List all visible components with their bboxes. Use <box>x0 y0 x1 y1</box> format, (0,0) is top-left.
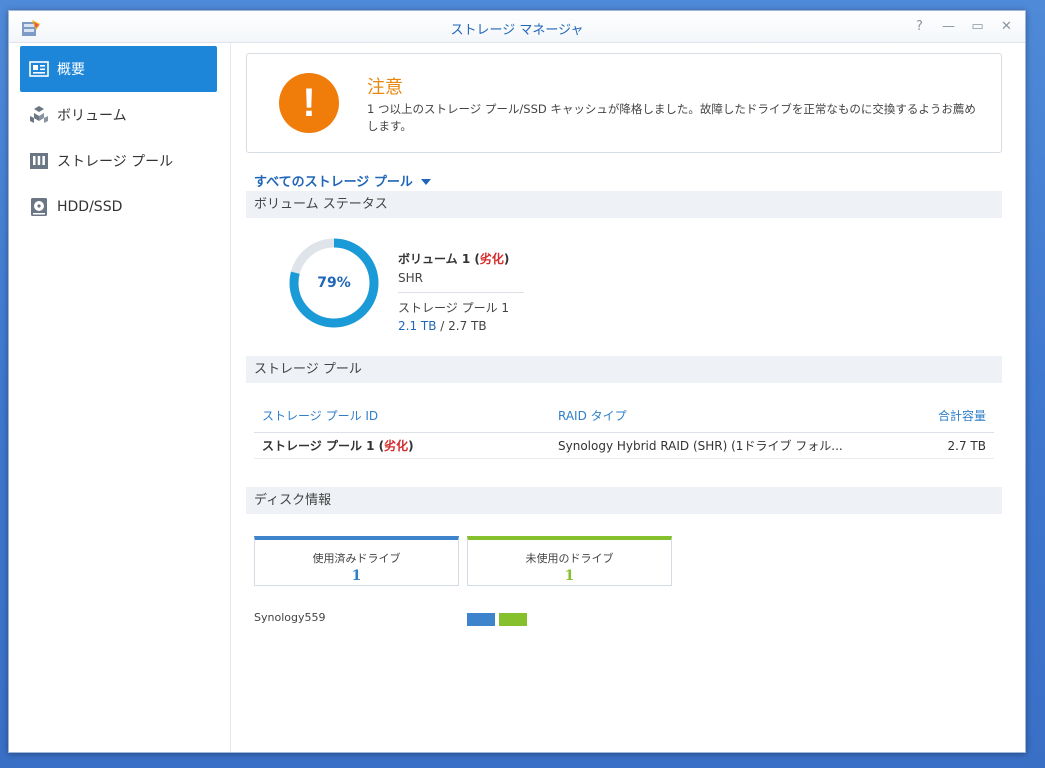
sidebar-item-overview[interactable]: 概要 <box>20 46 217 92</box>
volume-pool: ストレージ プール 1 <box>398 301 510 315</box>
warning-alert: ! 注意 1 つ以上のストレージ プール/SSD キャッシュが降格しました。故障… <box>246 53 1002 153</box>
host-name: Synology559 <box>254 611 326 624</box>
volume-capacity: 2.1 TB / 2.7 TB <box>398 319 524 333</box>
maximize-icon[interactable]: ▭ <box>969 17 986 35</box>
main-content: ! 注意 1 つ以上のストレージ プール/SSD キャッシュが降格しました。故障… <box>246 43 1025 752</box>
storage-manager-window: ストレージ マネージャ ? — ▭ ✕ 概要 ボリューム ストレージ プール H… <box>8 10 1026 753</box>
volume-usage-percent: 79% <box>317 275 351 291</box>
storage-pool-icon <box>29 151 49 171</box>
sidebar-item-storage-pool[interactable]: ストレージ プール <box>20 138 217 184</box>
help-icon[interactable]: ? <box>911 17 928 35</box>
close-icon[interactable]: ✕ <box>998 17 1015 35</box>
capacity-cell: 2.7 TB <box>947 439 986 453</box>
storage-pool-filter-label: すべてのストレージ プール <box>254 175 413 190</box>
title-bar[interactable]: ストレージ マネージャ ? — ▭ ✕ <box>9 11 1025 43</box>
sidebar-item-label: HDD/SSD <box>57 199 123 215</box>
raid-type-cell: Synology Hybrid RAID (SHR) (1ドライブ フォル... <box>558 439 843 453</box>
pool-name-text: ストレージ プール 1 ( <box>262 439 385 453</box>
column-header-raid-type[interactable]: RAID タイプ <box>558 401 627 431</box>
used-drives-card[interactable]: 使用済みドライブ 1 <box>254 536 459 586</box>
disk-info-heading: ディスク情報 <box>246 487 1002 514</box>
unused-drives-card[interactable]: 未使用のドライブ 1 <box>467 536 672 586</box>
table-row[interactable]: ストレージ プール 1 (劣化) Synology Hybrid RAID (S… <box>254 433 994 459</box>
volume-total: 2.7 TB <box>448 319 487 333</box>
table-header: ストレージ プール ID RAID タイプ 合計容量 <box>254 401 994 433</box>
sidebar-item-volume[interactable]: ボリューム <box>20 92 217 138</box>
alert-message: 1 つ以上のストレージ プール/SSD キャッシュが降格しました。故障したドライ… <box>367 102 976 133</box>
minimize-icon[interactable]: — <box>940 17 957 35</box>
volume-status-badge: 劣化 <box>479 252 504 266</box>
overview-icon <box>29 59 49 79</box>
volume-status-heading: ボリューム ステータス <box>246 191 1002 218</box>
capacity-separator: / <box>436 319 449 333</box>
storage-pool-filter-dropdown[interactable]: すべてのストレージ プール <box>254 171 431 190</box>
window-controls: ? — ▭ ✕ <box>911 17 1015 35</box>
volume-icon <box>29 105 49 125</box>
pool-name-close: ) <box>408 439 414 453</box>
volume-name[interactable]: ボリューム 1 (劣化) <box>398 250 524 267</box>
used-drives-count: 1 <box>351 568 362 584</box>
drive-slot-unused[interactable] <box>499 613 527 626</box>
drive-slot-used[interactable] <box>467 613 495 626</box>
storage-pool-heading: ストレージ プール <box>246 356 1002 383</box>
volume-info: ボリューム 1 (劣化) SHR ストレージ プール 1 2.1 TB / 2.… <box>398 250 524 333</box>
window-title: ストレージ マネージャ <box>450 23 584 38</box>
sidebar-item-label: ストレージ プール <box>57 154 174 170</box>
volume-name-close: ) <box>503 252 510 266</box>
unused-drives-count: 1 <box>564 568 575 584</box>
storage-pool-table: ストレージ プール ID RAID タイプ 合計容量 ストレージ プール 1 (… <box>254 401 994 459</box>
volume-raid-type: SHR <box>398 271 423 285</box>
pool-name-cell: ストレージ プール 1 (劣化) <box>262 433 414 459</box>
used-drives-label: 使用済みドライブ <box>312 552 401 565</box>
sidebar: 概要 ボリューム ストレージ プール HDD/SSD <box>9 43 231 752</box>
alert-title: 注意 <box>367 77 403 98</box>
volume-divider <box>398 292 524 293</box>
column-header-capacity[interactable]: 合計容量 <box>938 401 986 431</box>
column-header-pool-id[interactable]: ストレージ プール ID <box>262 401 378 431</box>
volume-used: 2.1 TB <box>398 319 437 333</box>
unused-drives-label: 未使用のドライブ <box>525 552 614 565</box>
sidebar-item-hdd-ssd[interactable]: HDD/SSD <box>20 184 217 230</box>
sidebar-item-label: ボリューム <box>57 108 127 124</box>
pool-status-badge: 劣化 <box>384 439 409 453</box>
sidebar-item-label: 概要 <box>57 62 85 78</box>
hdd-icon <box>29 197 49 217</box>
warning-icon: ! <box>279 73 339 133</box>
chevron-down-icon <box>420 178 431 185</box>
volume-name-text: ボリューム 1 ( <box>398 252 480 266</box>
